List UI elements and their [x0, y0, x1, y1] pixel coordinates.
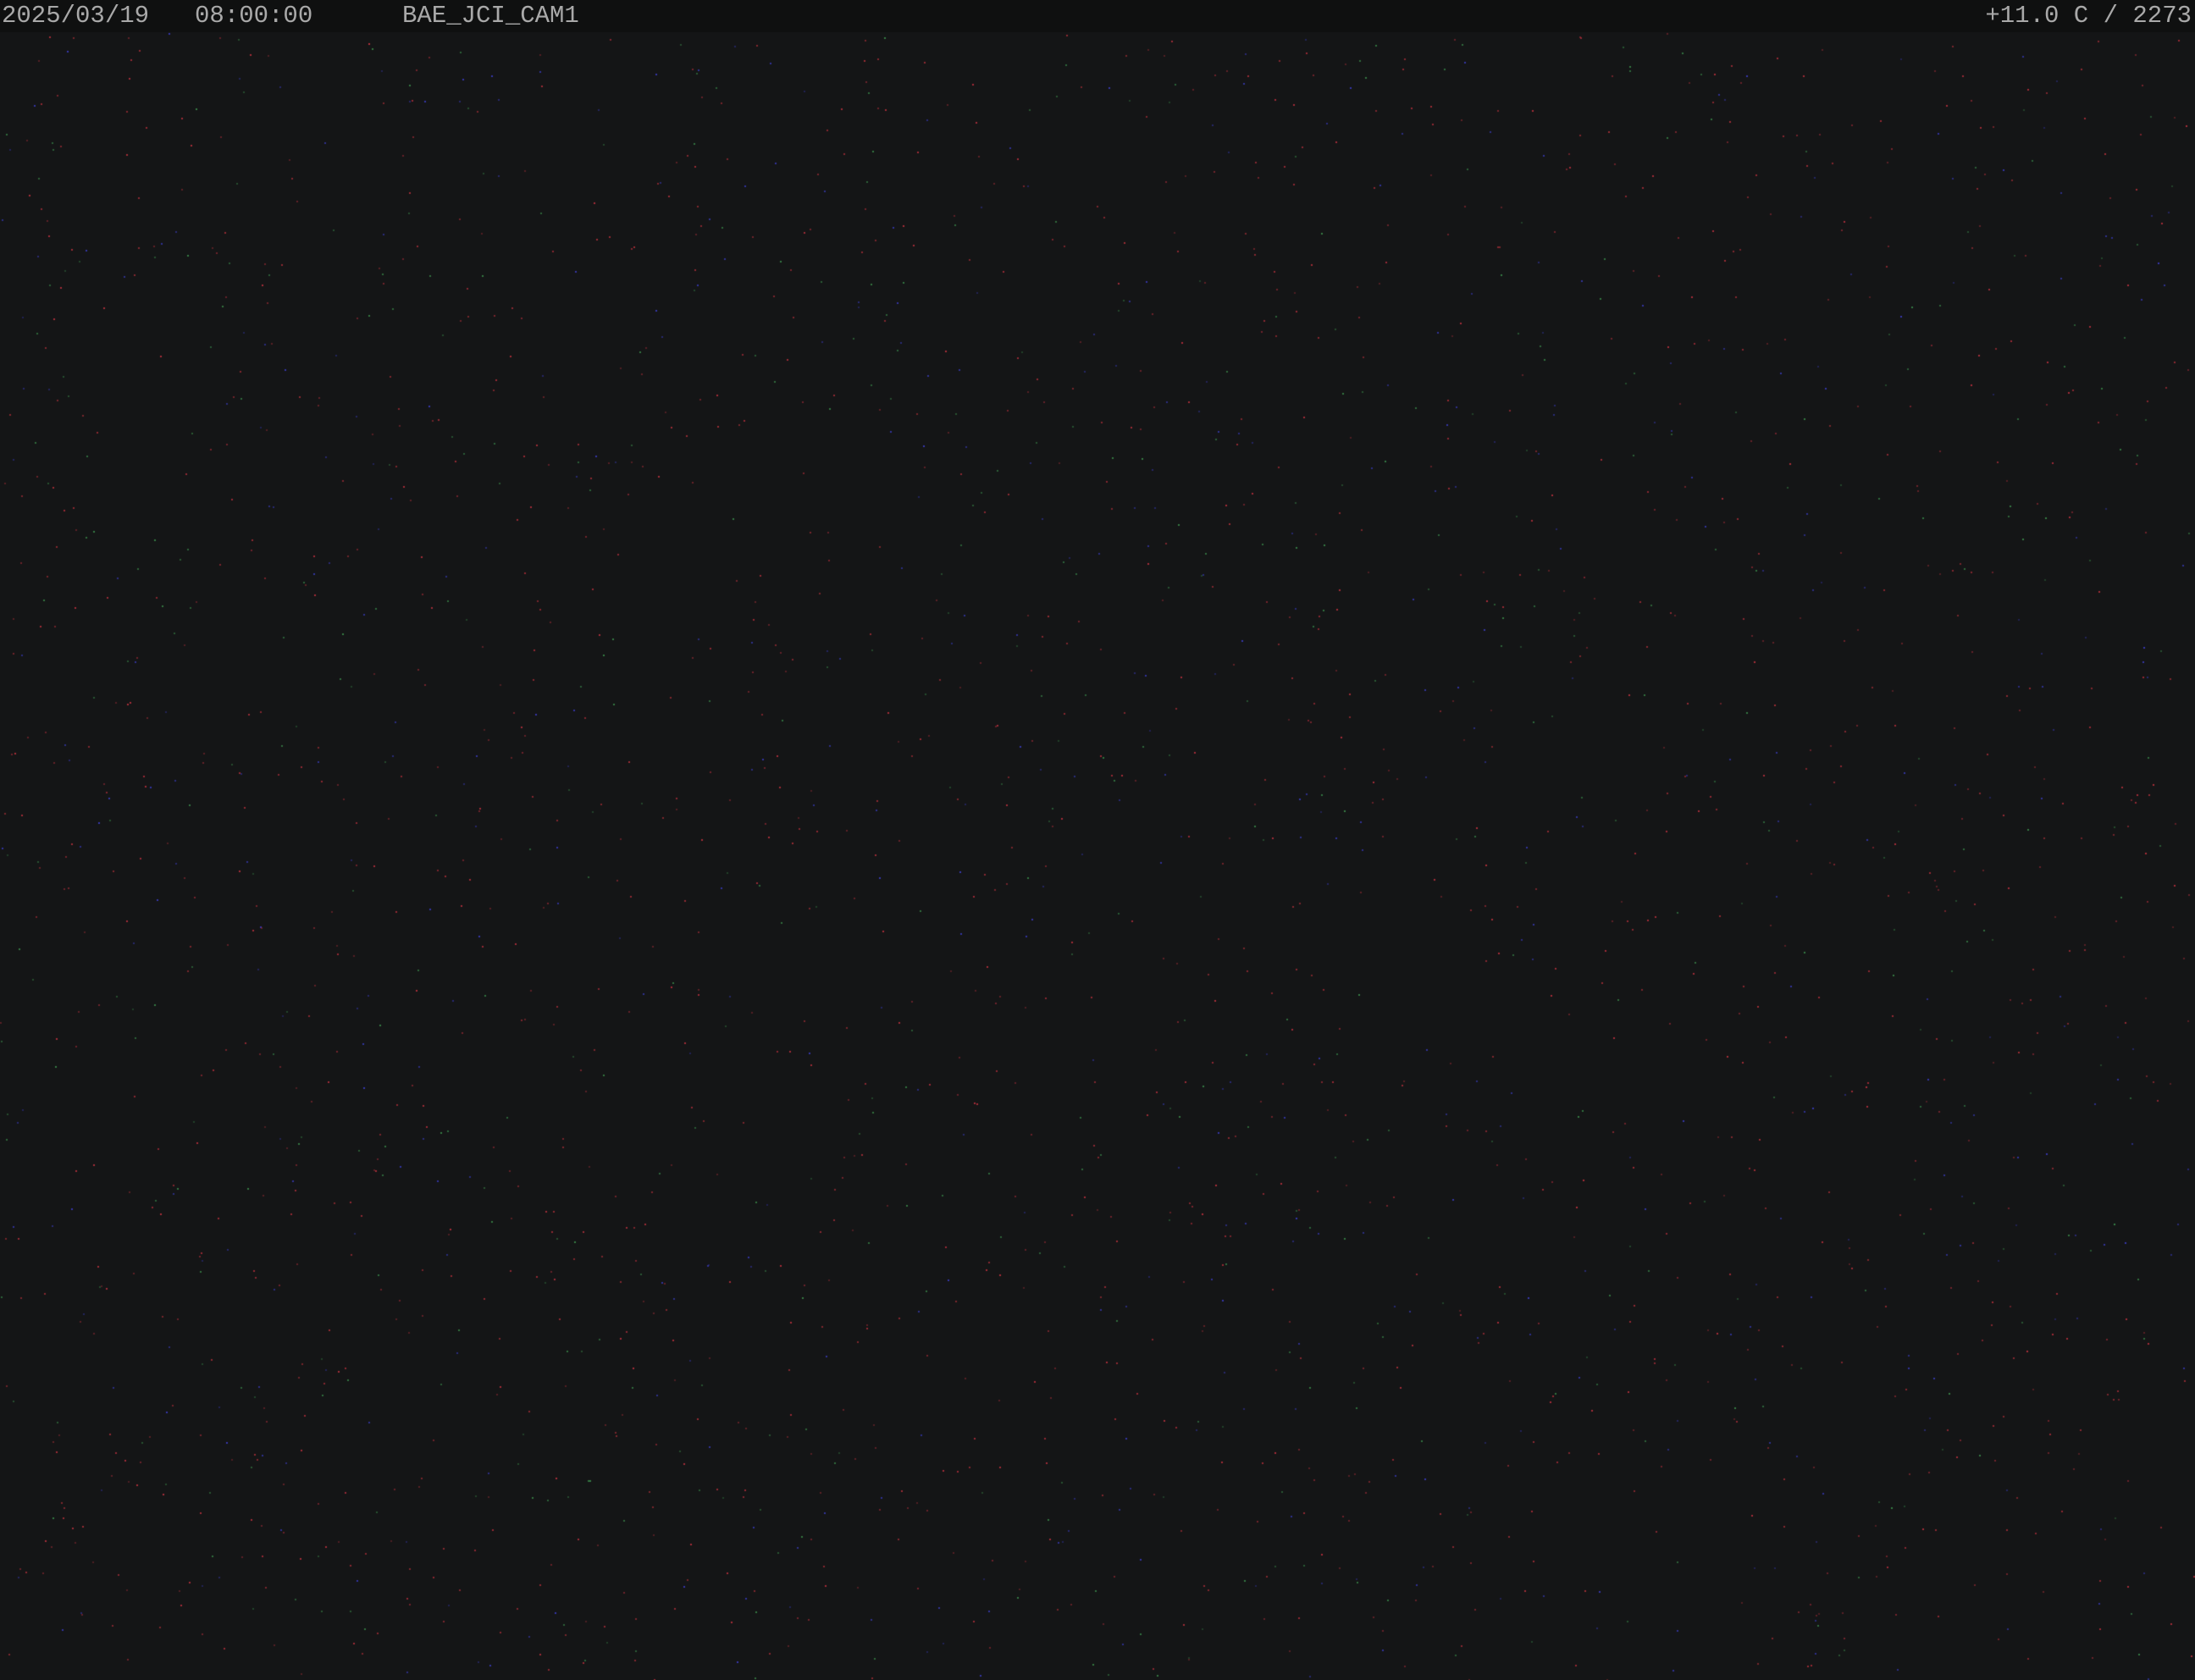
- osd-time: 08:00:00: [195, 2, 313, 30]
- sensor-noise-image: [0, 32, 2195, 1680]
- osd-camera-name: BAE_JCI_CAM1: [402, 2, 579, 30]
- camera-frame: 2025/03/19 08:00:00 BAE_JCI_CAM1 +11.0 C…: [0, 0, 2195, 1680]
- osd-temperature-altitude: +11.0 C / 2273: [1985, 2, 2192, 30]
- osd-date: 2025/03/19: [2, 2, 150, 30]
- osd-overlay-bar: 2025/03/19 08:00:00 BAE_JCI_CAM1 +11.0 C…: [0, 0, 2195, 32]
